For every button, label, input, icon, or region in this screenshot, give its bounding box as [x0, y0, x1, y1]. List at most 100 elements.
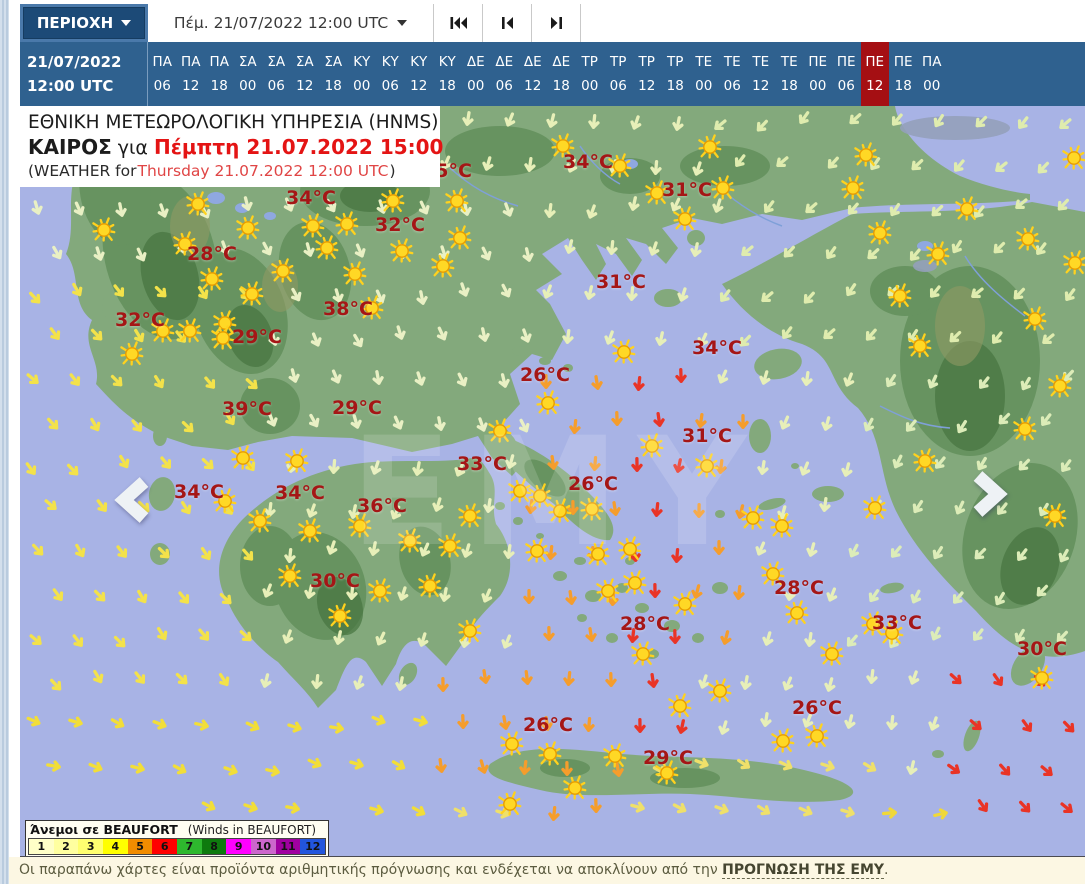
timeline-cell-day: ΔΕ	[466, 54, 485, 70]
timeline-cell-hour: 06	[723, 78, 741, 94]
skip-to-start-icon	[450, 17, 467, 29]
timeline-cell[interactable]: ΣΑ 06	[262, 42, 291, 106]
timeline-cell[interactable]: ΔΕ 12	[519, 42, 548, 106]
timeline-cell-hour: 18	[552, 78, 570, 94]
timeline-cell[interactable]: ΔΕ 06	[490, 42, 519, 106]
map-title-en-prefix: (WEATHER for	[28, 162, 137, 180]
timeline-cell-day: ΣΑ	[238, 54, 257, 70]
weather-app: ΠΕΡΙΟΧΗ Πέμ. 21/07/2022 12:00 UTC 21/07/…	[0, 0, 1085, 884]
beaufort-scale-cell: 4	[103, 839, 128, 854]
beaufort-scale-cell: 8	[201, 839, 227, 854]
step-forward-button[interactable]	[532, 4, 581, 42]
timeline-cell[interactable]: ΤΕ 06	[718, 42, 747, 106]
timeline-cell-day: ΤΕ	[695, 54, 713, 70]
timeline-cell-day: ΣΑ	[267, 54, 286, 70]
timeline-cell-day: ΔΕ	[523, 54, 542, 70]
timeline-cell-hour: 18	[438, 78, 456, 94]
timeline-cell[interactable]: ΤΡ 18	[661, 42, 690, 106]
timeline-cell[interactable]: ΠΑ 12	[177, 42, 206, 106]
timeline-cell-day: ΠΑ	[152, 54, 172, 70]
timeline-cell-day: ΤΡ	[610, 54, 627, 70]
caret-down-icon	[121, 20, 132, 26]
skip-to-start-button[interactable]	[434, 4, 483, 42]
datetime-selector[interactable]: Πέμ. 21/07/2022 12:00 UTC	[148, 4, 434, 42]
timeline-cell[interactable]: ΤΡ 06	[604, 42, 633, 106]
timeline-cell-hour: 18	[780, 78, 798, 94]
timeline-cell-day: ΤΡ	[667, 54, 684, 70]
map-title-english: (WEATHER forThursday 21.07.2022 12:00 UT…	[28, 161, 428, 181]
timeline-cell-hour: 18	[210, 78, 228, 94]
timeline-cell-day: ΠΕ	[808, 54, 828, 70]
timeline-cell-day: ΠΕ	[893, 54, 913, 70]
map-title-agency: ΕΘΝΙΚΗ ΜΕΤΕΩΡΟΛΟΓΙΚΗ ΥΠΗΡΕΣΙΑ (HNMS)	[28, 112, 439, 133]
timeline-cell[interactable]: ΣΑ 12	[291, 42, 320, 106]
pan-left-button[interactable]	[112, 474, 156, 526]
timeline-cell-hour: 06	[381, 78, 399, 94]
timeline-cell[interactable]: ΤΡ 12	[633, 42, 662, 106]
beaufort-legend: Άνεμοι σε BEAUFORT (Winds in BEAUFORT) 1…	[25, 820, 329, 856]
timeline-cell-hour: 12	[638, 78, 656, 94]
timeline-cell-day: ΠΑ	[181, 54, 201, 70]
timeline-cell[interactable]: ΠΕ 18	[889, 42, 918, 106]
map-title-box: ΕΘΝΙΚΗ ΜΕΤΕΩΡΟΛΟΓΙΚΗ ΥΠΗΡΕΣΙΑ (HNMS) ΚΑΙ…	[20, 106, 443, 187]
timeline-cell[interactable]: ΠΕ 06	[832, 42, 861, 106]
map-title-weather-word: ΚΑΙΡΟΣ	[28, 135, 112, 159]
map-title-en-datetime: Thursday 21.07.2022 12:00 UTC	[137, 162, 389, 180]
timeline-cell[interactable]: ΚΥ 00	[348, 42, 377, 106]
region-dropdown-button[interactable]: ΠΕΡΙΟΧΗ	[23, 7, 145, 39]
region-panel: ΠΕΡΙΟΧΗ	[20, 4, 148, 42]
step-back-button[interactable]	[483, 4, 532, 42]
timeline-cell-hour: 18	[666, 78, 684, 94]
timeline-cell-hour: 00	[923, 78, 941, 94]
emy-forecast-link[interactable]: ΠΡΟΓΝΩΣΗ ΤΗΣ ΕΜΥ	[722, 862, 885, 879]
timeline-cell-hour: 12	[752, 78, 770, 94]
timeline-cell[interactable]: ΤΕ 12	[747, 42, 776, 106]
pan-right-button[interactable]	[966, 468, 1010, 520]
timeline-date: 21/07/2022	[27, 53, 122, 71]
timeline-cell[interactable]: ΠΑ 00	[918, 42, 947, 106]
timeline-time: 12:00 UTC	[27, 77, 114, 95]
toolbar: ΠΕΡΙΟΧΗ Πέμ. 21/07/2022 12:00 UTC	[20, 4, 1085, 42]
beaufort-scale-cell: 10	[251, 839, 276, 854]
beaufort-scale-cell: 6	[152, 839, 178, 854]
timeline-cell[interactable]: ΠΑ 06	[148, 42, 177, 106]
timeline-cell[interactable]: ΤΡ 00	[576, 42, 605, 106]
timeline-cell[interactable]: ΤΕ 18	[775, 42, 804, 106]
timeline-cell-day: ΠΕ	[836, 54, 856, 70]
timeline-cell-hour: 18	[324, 78, 342, 94]
beaufort-scale-bar: 1 2 3 4 5 6 7 8 9 10 11 12	[28, 838, 326, 855]
timeline-cell-hour: 06	[609, 78, 627, 94]
timeline-cell-day: ΤΡ	[638, 54, 655, 70]
beaufort-legend-titles: Άνεμοι σε BEAUFORT (Winds in BEAUFORT)	[28, 822, 326, 837]
region-dropdown-label: ΠΕΡΙΟΧΗ	[36, 14, 114, 32]
beaufort-legend-title-greek: Άνεμοι σε BEAUFORT	[30, 822, 178, 837]
timeline-cell-day: ΔΕ	[552, 54, 571, 70]
timeline-cell-hour: 12	[524, 78, 542, 94]
timeline-cell-day: ΚΥ	[353, 54, 371, 70]
step-forward-icon	[550, 17, 562, 29]
caret-down-icon	[397, 20, 408, 26]
timeline-cell[interactable]: ΚΥ 12	[405, 42, 434, 106]
timeline-cell[interactable]: ΣΑ 18	[319, 42, 348, 106]
timeline-cell-day: ΤΕ	[723, 54, 741, 70]
timeline-cell[interactable]: ΔΕ 00	[462, 42, 491, 106]
timeline-cell-day: ΠΕ	[865, 54, 885, 70]
timeline-cell[interactable]: ΣΑ 00	[234, 42, 263, 106]
timeline-cell-hour: 00	[353, 78, 371, 94]
timeline-cell[interactable]: ΠΑ 18	[205, 42, 234, 106]
beaufort-scale-cell: 7	[177, 839, 202, 854]
map-title-en-suffix: )	[389, 162, 396, 180]
timeline-cell-hour: 06	[837, 78, 855, 94]
timeline-cell-hour: 00	[809, 78, 827, 94]
timeline-cell[interactable]: ΔΕ 18	[547, 42, 576, 106]
beaufort-scale-cell: 9	[226, 839, 252, 854]
timeline-cell[interactable]: ΠΕ 00	[804, 42, 833, 106]
timeline-cell-hour: 00	[239, 78, 257, 94]
timeline-cell[interactable]: ΚΥ 06	[376, 42, 405, 106]
map-title-datetime: Πέμπτη 21.07.2022 15:00	[153, 135, 444, 159]
timeline-cell[interactable]: ΚΥ 18	[433, 42, 462, 106]
timeline-cell-hour: 00	[467, 78, 485, 94]
beaufort-scale-cell: 12	[300, 839, 326, 854]
timeline-cell[interactable]: ΠΕ 12	[860, 42, 889, 106]
timeline-cell[interactable]: ΤΕ 00	[690, 42, 719, 106]
